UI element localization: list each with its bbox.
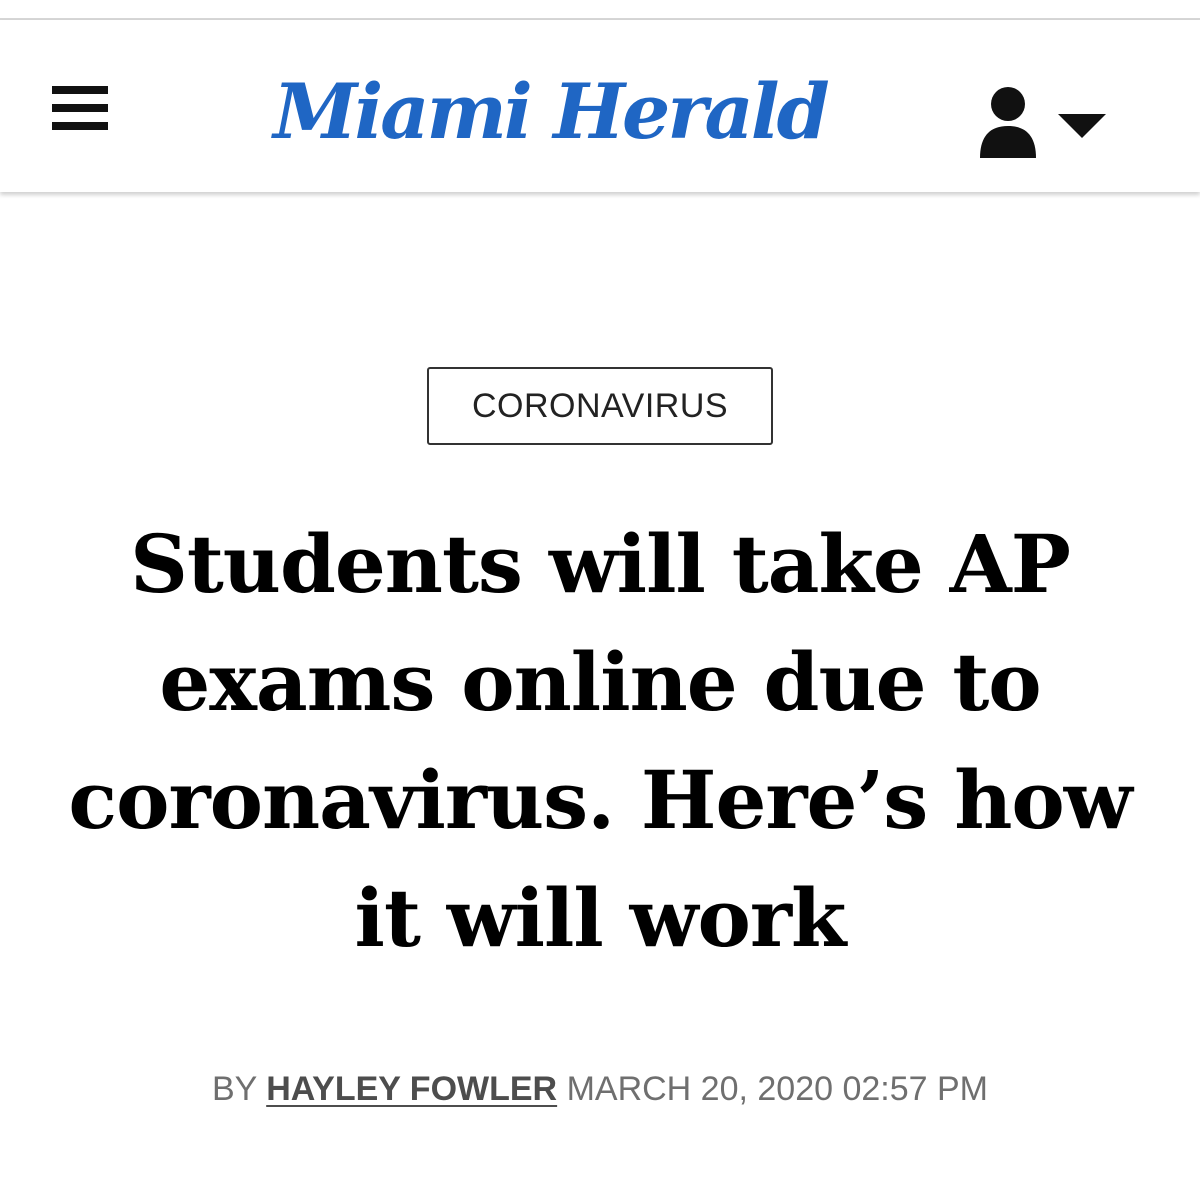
section-tag[interactable]: CORONAVIRUS [427, 367, 773, 445]
author-link[interactable]: HAYLEY FOWLER [266, 1070, 557, 1108]
top-divider [0, 0, 1200, 20]
article-headline: Students will take AP exams online due t… [68, 517, 1132, 965]
byline-prefix: BY [211, 1070, 257, 1108]
publish-timestamp: MARCH 20, 2020 02:57 PM [566, 1070, 989, 1108]
user-icon [980, 87, 1036, 158]
site-header: Miami Herald [0, 20, 1200, 192]
account-menu-button[interactable] [972, 82, 1112, 164]
menu-button[interactable] [46, 80, 114, 136]
hamburger-menu-icon [52, 86, 108, 130]
caret-down-icon [1058, 114, 1106, 138]
site-logo[interactable]: Miami Herald [270, 56, 830, 166]
byline: BY HAYLEY FOWLER MARCH 20, 2020 02:57 PM [0, 1070, 1200, 1109]
